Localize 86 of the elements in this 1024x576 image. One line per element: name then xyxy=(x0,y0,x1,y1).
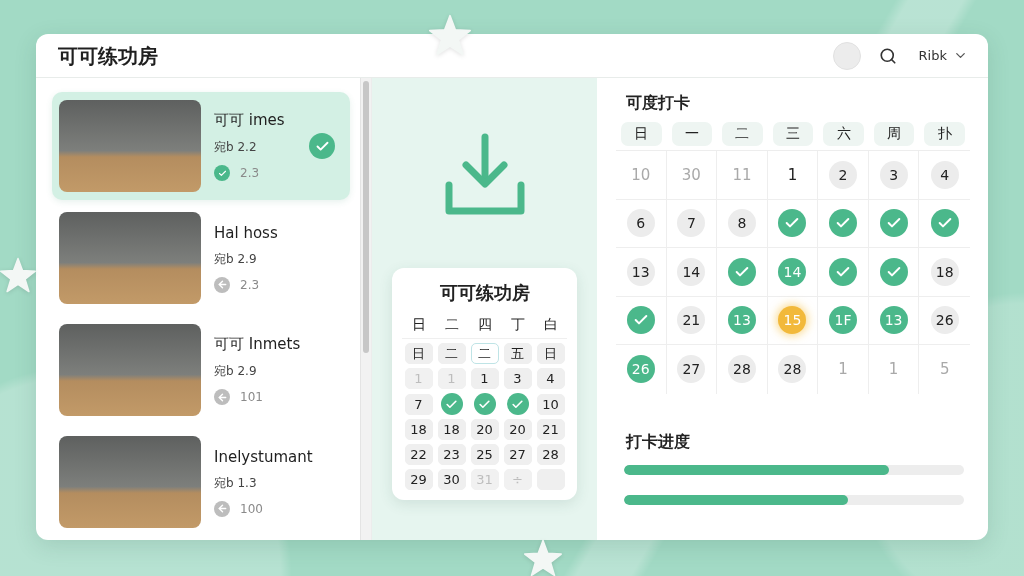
workout-meta: 宛b 1.3 xyxy=(214,474,257,492)
calendar-day[interactable]: 3 xyxy=(879,160,908,189)
weekday-label: 周 xyxy=(873,122,915,146)
scrollbar-thumb[interactable] xyxy=(363,81,369,353)
calendar-day[interactable]: 20 xyxy=(503,419,532,440)
workout-count: 100 xyxy=(240,501,263,516)
calendar-day[interactable]: 27 xyxy=(677,355,706,384)
weekday-label: 六 xyxy=(823,122,864,146)
user-menu[interactable]: Ribk xyxy=(918,48,968,63)
avatar-icon[interactable] xyxy=(832,41,861,70)
weekday-label: 四 xyxy=(477,315,492,334)
calendar-day[interactable]: 五 xyxy=(503,343,532,364)
workout-count: 101 xyxy=(240,390,263,404)
card-title: 可可练功房 xyxy=(439,281,530,305)
calendar-day[interactable]: 日 xyxy=(404,343,433,364)
calendar-day[interactable]: 18 xyxy=(437,419,466,440)
workout-title: 可可 imes xyxy=(214,111,285,130)
workout-count: 2.3 xyxy=(240,277,260,292)
download-icon[interactable] xyxy=(444,133,525,215)
calendar-title: 可度打卡 xyxy=(626,93,690,113)
progress-title: 打卡进度 xyxy=(626,431,690,452)
check-circle-icon xyxy=(440,393,463,415)
calendar-day[interactable]: 二 xyxy=(437,343,466,364)
calendar-day[interactable]: 28 xyxy=(727,355,756,384)
check-circle-icon xyxy=(727,257,756,286)
weekday-label: 二 xyxy=(722,122,763,146)
weekday-label: 日 xyxy=(411,315,426,334)
calendar-day[interactable]: 1 xyxy=(787,165,798,184)
weekday-label: 扑 xyxy=(924,122,965,146)
calendar-day[interactable]: 7 xyxy=(677,209,706,238)
check-circle-icon xyxy=(626,306,655,335)
star-icon xyxy=(524,539,562,576)
calendar-day[interactable]: 28 xyxy=(778,355,807,384)
workout-meta: 宛b 2.9 xyxy=(214,363,257,380)
calendar-day[interactable]: 21 xyxy=(536,419,565,440)
workout-count: 2.3 xyxy=(240,166,260,180)
calendar-day[interactable]: 日 xyxy=(536,343,565,364)
calendar-day[interactable]: 21 xyxy=(677,306,706,335)
calendar-day[interactable]: 4 xyxy=(536,368,565,389)
workout-item[interactable]: Hal hoss 宛b 2.9 2.3 xyxy=(52,204,350,312)
search-icon[interactable] xyxy=(878,46,897,65)
weekday-label: 日 xyxy=(621,122,662,146)
workout-item[interactable]: 可可 imes 宛b 2.2 2.3 xyxy=(52,92,350,200)
calendar-day[interactable]: 7 xyxy=(404,393,433,415)
calendar-day[interactable]: 30 xyxy=(437,469,466,490)
calendar-day[interactable]: 6 xyxy=(626,209,655,238)
calendar-day[interactable]: 3 xyxy=(503,368,532,389)
calendar-day[interactable]: 26 xyxy=(930,306,959,335)
calendar-day[interactable]: 18 xyxy=(930,257,959,286)
workout-title: 可可 Inmets xyxy=(214,335,301,354)
calendar-day[interactable]: 28 xyxy=(536,444,565,465)
calendar-day[interactable]: 8 xyxy=(727,209,756,238)
calendar-day[interactable]: 13 xyxy=(626,257,655,286)
calendar-day[interactable]: 23 xyxy=(437,444,466,465)
workout-item[interactable]: Inelystumant 宛b 1.3 100 xyxy=(52,428,350,536)
workout-title: Inelystumant xyxy=(214,447,313,466)
calendar-day[interactable]: 14 xyxy=(677,257,706,286)
weekday-label: 二 xyxy=(444,315,459,334)
check-circle-icon xyxy=(473,393,496,415)
weekday-label: 丁 xyxy=(510,315,525,334)
calendar-day[interactable]: 27 xyxy=(503,444,532,465)
check-circle-icon xyxy=(829,209,858,238)
check-circle-icon xyxy=(930,209,959,238)
calendar-day[interactable]: 10 xyxy=(536,393,565,415)
calendar-day[interactable]: 二 xyxy=(470,343,499,364)
window-title: 可可练功房 xyxy=(58,42,158,69)
calendar-day[interactable]: 25 xyxy=(470,444,499,465)
workout-title: Hal hoss xyxy=(214,223,278,242)
workout-item[interactable]: 可可 Inmets 宛b 2.9 101 xyxy=(52,316,350,424)
weekday-label: 三 xyxy=(772,122,814,146)
calendar-day[interactable]: 22 xyxy=(404,444,433,465)
workout-meta: 宛b 2.2 xyxy=(214,139,257,156)
calendar-day[interactable]: 1 xyxy=(470,368,499,389)
weekday-label: 白 xyxy=(543,315,558,334)
weekday-label: 一 xyxy=(671,122,713,146)
check-circle-icon xyxy=(879,209,908,238)
calendar-day[interactable]: 4 xyxy=(930,160,959,189)
workout-meta: 宛b 2.9 xyxy=(214,250,257,268)
calendar-day[interactable]: 2 xyxy=(829,160,858,189)
check-circle-icon xyxy=(778,209,807,238)
calendar-day[interactable]: 29 xyxy=(404,469,433,490)
check-circle-icon xyxy=(879,257,908,286)
check-circle-icon xyxy=(829,257,858,286)
calendar-day[interactable]: 20 xyxy=(470,419,499,440)
check-circle-icon xyxy=(506,393,529,415)
calendar-day[interactable]: 18 xyxy=(404,419,433,440)
